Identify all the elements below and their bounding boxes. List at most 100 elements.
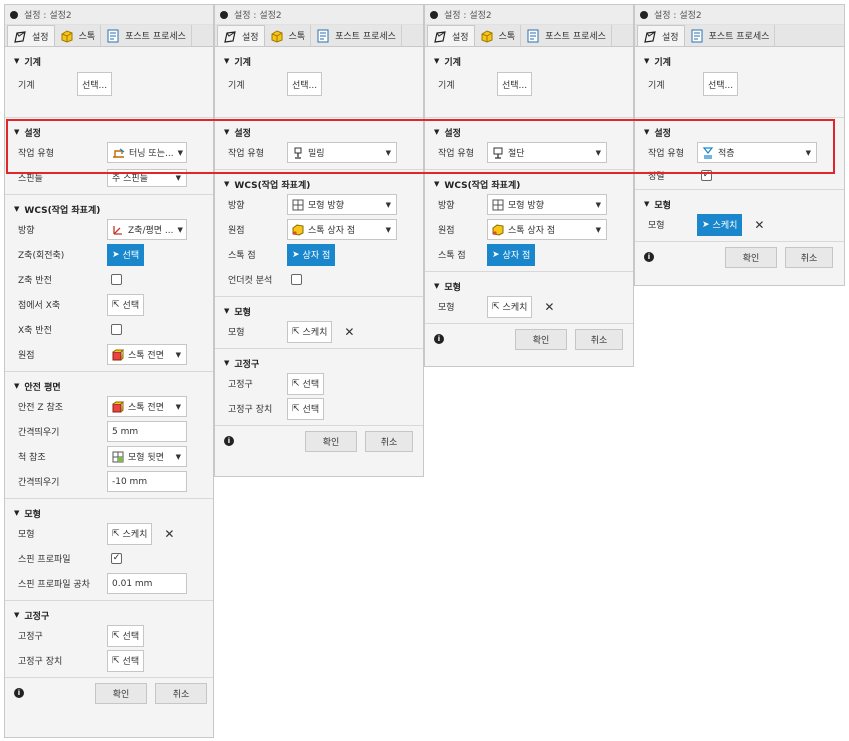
axis-orientation-icon [112, 224, 124, 236]
safe-z-dropdown[interactable]: 스톡 전면 ▼ [107, 396, 187, 417]
ok-button[interactable]: 확인 [725, 246, 777, 268]
stock-point-button[interactable]: ➤ 상자 점 [287, 243, 336, 266]
tab-post-process[interactable]: 포스트 프로세스 [521, 25, 612, 46]
panel-status-icon [640, 10, 648, 19]
info-icon[interactable]: i [644, 252, 654, 262]
section-header-machine[interactable]: ▼ 기계 [635, 53, 844, 69]
chevron-down-icon: ▼ [177, 225, 183, 234]
close-icon[interactable]: ✕ [754, 218, 764, 232]
info-icon[interactable]: i [14, 688, 24, 698]
orientation-dropdown[interactable]: 모형 방향 ▼ [287, 194, 397, 215]
cancel-button[interactable]: 취소 [785, 246, 833, 268]
section-title: 기계 [24, 57, 41, 68]
model-select-button[interactable]: ⇱ 스케치 [487, 295, 533, 318]
info-icon[interactable]: i [224, 436, 234, 446]
collapse-triangle-icon: ▼ [434, 282, 440, 290]
cancel-button[interactable]: 취소 [155, 682, 207, 704]
orientation-dropdown[interactable]: 모형 방향 ▼ [487, 194, 607, 215]
z-axis-select-button[interactable]: ➤ 선택 [107, 243, 145, 266]
section-header-wcs[interactable]: ▼ WCS(작업 좌표계) [5, 201, 213, 217]
clearance2-input[interactable]: -10 mm [107, 471, 187, 492]
section-header-fixture[interactable]: ▼ 고정구 [215, 355, 423, 371]
tab-post-process[interactable]: 포스트 프로세스 [101, 25, 192, 46]
section-title: WCS(작업 좌표계) [24, 205, 101, 216]
fixture-label: 고정구 [18, 632, 43, 642]
cancel-button[interactable]: 취소 [365, 430, 413, 452]
model-select-button[interactable]: ⇱ 스케치 [287, 320, 333, 343]
tab-label: 설정 [242, 33, 259, 43]
fixture-device-row: 고정구 장치 ⇱ 선택 [5, 648, 213, 673]
collapse-triangle-icon: ▼ [14, 57, 20, 65]
machine-row: 기계 선택... [635, 69, 844, 99]
stock-point-label: 스톡 점 [438, 251, 466, 261]
tab-setup[interactable]: 설정 [217, 25, 265, 46]
machine-select-button[interactable]: 선택... [77, 72, 113, 96]
model-select-button[interactable]: ➤ 스케치 [697, 213, 743, 236]
section-header-wcs[interactable]: ▼ WCS(작업 좌표계) [215, 176, 423, 192]
info-icon[interactable]: i [434, 334, 444, 344]
fixture-select-button[interactable]: ⇱ 선택 [287, 372, 325, 395]
x-flip-checkbox[interactable] [111, 324, 122, 335]
section-header-model[interactable]: ▼ 모형 [425, 278, 633, 294]
fixture-row: 고정구 ⇱ 선택 [5, 623, 213, 648]
clearance-input[interactable]: 5 mm [107, 421, 187, 442]
button-label: 선택 [122, 632, 140, 642]
tab-post-process[interactable]: 포스트 프로세스 [311, 25, 402, 46]
machine-select-button[interactable]: 선택... [497, 72, 533, 96]
model-orientation-icon [292, 199, 304, 211]
close-icon[interactable]: ✕ [164, 527, 174, 541]
section-header-machine[interactable]: ▼ 기계 [425, 53, 633, 69]
tab-setup[interactable]: 설정 [637, 25, 685, 46]
section-header-wcs[interactable]: ▼ WCS(작업 좌표계) [425, 176, 633, 192]
tab-stock[interactable]: 스톡 [55, 25, 102, 46]
close-icon[interactable]: ✕ [344, 325, 354, 339]
origin-dropdown[interactable]: 스톡 상자 점 ▼ [287, 219, 397, 240]
section-header-machine[interactable]: ▼ 기계 [5, 53, 213, 69]
ok-button[interactable]: 확인 [515, 328, 567, 350]
origin-dropdown[interactable]: 스톡 상자 점 ▼ [487, 219, 607, 240]
machine-select-button[interactable]: 선택... [287, 72, 323, 96]
origin-row: 원점 스톡 상자 점 ▼ [215, 217, 423, 242]
cursor-arrow-icon: ⇱ [292, 378, 300, 389]
model-select-button[interactable]: ⇱ 스케치 [107, 522, 153, 545]
z-flip-checkbox[interactable] [111, 274, 122, 285]
post-process-icon [526, 29, 540, 43]
model-row: 모형 ⇱ 스케치 ✕ [5, 521, 213, 546]
undercut-checkbox[interactable] [291, 274, 302, 285]
section-header-model[interactable]: ▼ 모형 [215, 303, 423, 319]
ok-button[interactable]: 확인 [95, 682, 147, 704]
button-label: 선택 [122, 301, 140, 311]
cancel-button[interactable]: 취소 [575, 328, 623, 350]
section-title: 고정구 [24, 611, 50, 622]
spun-tolerance-input[interactable]: 0.01 mm [107, 573, 187, 594]
chevron-down-icon: ▼ [595, 225, 601, 234]
tab-setup[interactable]: 설정 [7, 25, 55, 46]
tab-setup[interactable]: 설정 [427, 25, 475, 46]
tab-bar: 설정 스톡 포스트 프로세스 [5, 25, 213, 47]
x-axis-row: 점에서 X축 ⇱ 선택 [5, 292, 213, 317]
z-axis-label: Z축(회전축) [18, 251, 65, 261]
machine-select-button[interactable]: 선택... [703, 72, 739, 96]
x-axis-select-button[interactable]: ⇱ 선택 [107, 293, 145, 316]
orientation-dropdown[interactable]: Z축/평면 ... ▼ [107, 219, 187, 240]
ok-button[interactable]: 확인 [305, 430, 357, 452]
close-icon[interactable]: ✕ [544, 300, 554, 314]
section-header-machine[interactable]: ▼ 기계 [215, 53, 423, 69]
origin-dropdown[interactable]: 스톡 전면 ▼ [107, 344, 187, 365]
fixture-device-select-button[interactable]: ⇱ 선택 [107, 649, 145, 672]
tab-stock[interactable]: 스톡 [475, 25, 522, 46]
button-label: 선택 [122, 251, 140, 261]
tab-stock[interactable]: 스톡 [265, 25, 312, 46]
chuck-dropdown[interactable]: 모형 뒷면 ▼ [107, 446, 187, 467]
section-header-fixture[interactable]: ▼ 고정구 [5, 607, 213, 623]
section-header-safe-plane[interactable]: ▼ 안전 평면 [5, 378, 213, 394]
fixture-device-select-button[interactable]: ⇱ 선택 [287, 397, 325, 420]
fixture-select-button[interactable]: ⇱ 선택 [107, 624, 145, 647]
spun-profile-checkbox[interactable]: ✓ [111, 553, 122, 564]
section-header-model[interactable]: ▼ 모형 [5, 505, 213, 521]
post-process-icon [316, 29, 330, 43]
section-header-model[interactable]: ▼ 모형 [635, 196, 844, 212]
dialog-footer: i 확인 취소 [635, 242, 844, 272]
tab-post-process[interactable]: 포스트 프로세스 [685, 25, 776, 46]
stock-point-button[interactable]: ➤ 상자 점 [487, 243, 536, 266]
